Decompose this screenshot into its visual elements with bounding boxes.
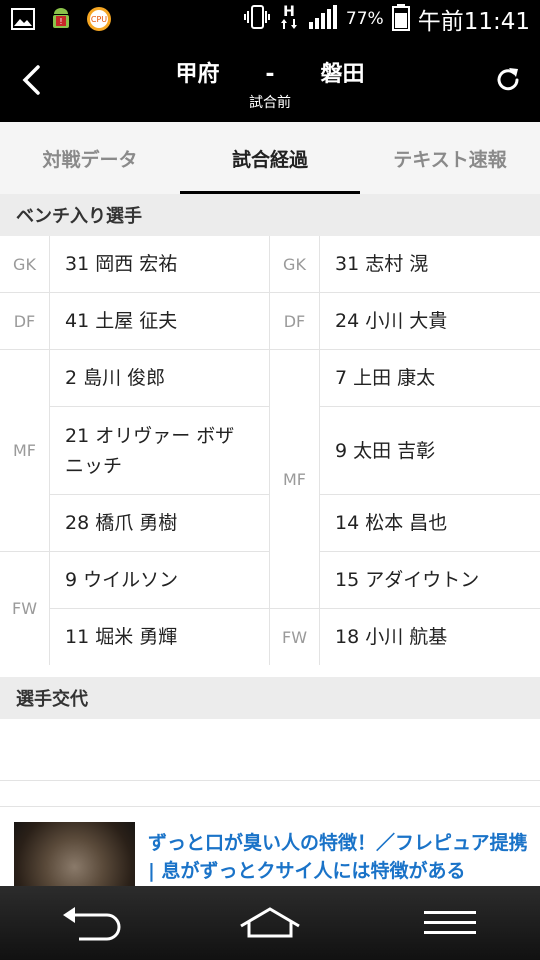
signal-icon (308, 4, 338, 34)
notification-icons: ! CPU (10, 6, 112, 32)
bench-section-header: ベンチ入り選手 (0, 194, 540, 236)
home-fw-player: 9 ウイルソン (50, 552, 270, 609)
back-arrow-icon (63, 907, 121, 941)
match-title: 甲府 - 磐田 (0, 56, 540, 88)
away-fw-player: 18 小川 航基 (335, 626, 448, 648)
system-indicators: H 77% 午前11:41 (243, 0, 530, 38)
cpu-label: CPU (91, 15, 107, 24)
nav-back-button[interactable] (0, 886, 180, 960)
score-separator: - (265, 62, 275, 87)
home-df-player: 41 土屋 征夫 (50, 293, 270, 350)
home-pos-df: DF (0, 293, 50, 350)
home-pos-mf: MF (0, 350, 50, 552)
app-header: 甲府 - 磐田 試合前 (0, 38, 540, 122)
svg-text:H: H (283, 4, 295, 20)
image-icon (10, 6, 36, 32)
away-mf-player: 15 アダイウトン (320, 552, 540, 609)
svg-text:!: ! (59, 17, 62, 26)
status-bar: ! CPU H 77% 午前11:41 (0, 0, 540, 38)
away-team: 磐田 (320, 62, 365, 87)
away-df-player: 24 小川 大貴 (320, 293, 540, 350)
clock: 午前11:41 (417, 9, 530, 35)
home-mf-player: 2 島川 俊郎 (50, 350, 270, 407)
menu-icon (424, 911, 476, 934)
home-team: 甲府 (175, 62, 220, 87)
battery-icon (391, 3, 410, 35)
tab-bar: 対戦データ 試合経過 テキスト速報 (0, 122, 540, 194)
home-pos-gk: GK (0, 236, 50, 293)
reload-button[interactable] (490, 62, 526, 98)
tab-match-progress[interactable]: 試合経過 (180, 122, 360, 194)
away-pos-df: DF (270, 293, 320, 350)
away-mf-player: 9 太田 吉彰 (320, 407, 540, 495)
android-icon: ! (48, 6, 74, 32)
home-icon (240, 907, 300, 938)
home-mf-player: 28 橋爪 勇樹 (50, 495, 270, 552)
nav-home-button[interactable] (180, 886, 360, 960)
system-nav-bar (0, 886, 540, 960)
nav-menu-button[interactable] (360, 886, 540, 960)
data-h-icon: H (278, 3, 300, 35)
away-pos-gk: GK (270, 236, 320, 293)
away-mf-player: 7 上田 康太 (320, 350, 540, 407)
away-pos-fw: FW (270, 609, 320, 665)
away-mf-player: 14 松本 昌也 (320, 495, 540, 552)
home-fw-player: 11 堀米 勇輝 (50, 609, 270, 665)
tab-match-data[interactable]: 対戦データ (0, 122, 180, 194)
subs-list (0, 719, 540, 781)
tab-text-live[interactable]: テキスト速報 (360, 122, 540, 194)
home-mf-player: 21 オリヴァー ボザニッチ (50, 407, 270, 495)
ad-image[interactable] (14, 822, 135, 886)
home-gk-player: 31 岡西 宏祐 (50, 236, 270, 293)
ad-link-text[interactable]: ずっと口が臭い人の特徴！／フレピュア提携 | 息がずっとクサイ人には特徴がある (148, 829, 534, 885)
vibrate-icon (243, 3, 270, 35)
battery-percent: 77% (345, 9, 384, 29)
cpu-icon: CPU (86, 6, 112, 32)
home-pos-fw: FW (0, 552, 50, 665)
away-pos-mf: MF (270, 350, 320, 609)
match-status: 試合前 (249, 95, 291, 111)
ad-banner[interactable]: ずっと口が臭い人の特徴！／フレピュア提携 | 息がずっとクサイ人には特徴がある (0, 806, 540, 886)
away-gk-player: 31 志村 滉 (320, 236, 540, 293)
subs-section-header: 選手交代 (0, 677, 540, 719)
bench-table: GK 31 岡西 宏祐 DF 41 土屋 征夫 MF 2 島川 俊郎 21 オリ… (0, 236, 540, 665)
refresh-icon (497, 68, 519, 91)
